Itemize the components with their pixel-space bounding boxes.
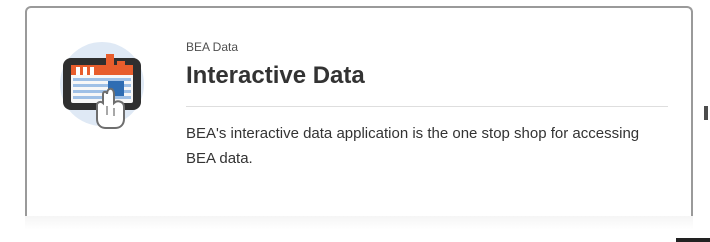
card-title[interactable]: Interactive Data — [186, 62, 668, 90]
card-divider — [186, 106, 668, 107]
interactive-data-card[interactable]: BEA Data Interactive Data BEA's interact… — [25, 6, 693, 230]
bottom-edge-marker — [676, 238, 710, 242]
card-content: BEA Data Interactive Data BEA's interact… — [186, 40, 668, 171]
card-description: BEA's interactive data application is th… — [186, 125, 640, 167]
page-stage: BEA Data Interactive Data BEA's interact… — [0, 0, 710, 242]
interactive-data-tablet-icon — [57, 36, 147, 132]
card-eyebrow: BEA Data — [186, 40, 239, 54]
edge-marker — [704, 106, 708, 120]
